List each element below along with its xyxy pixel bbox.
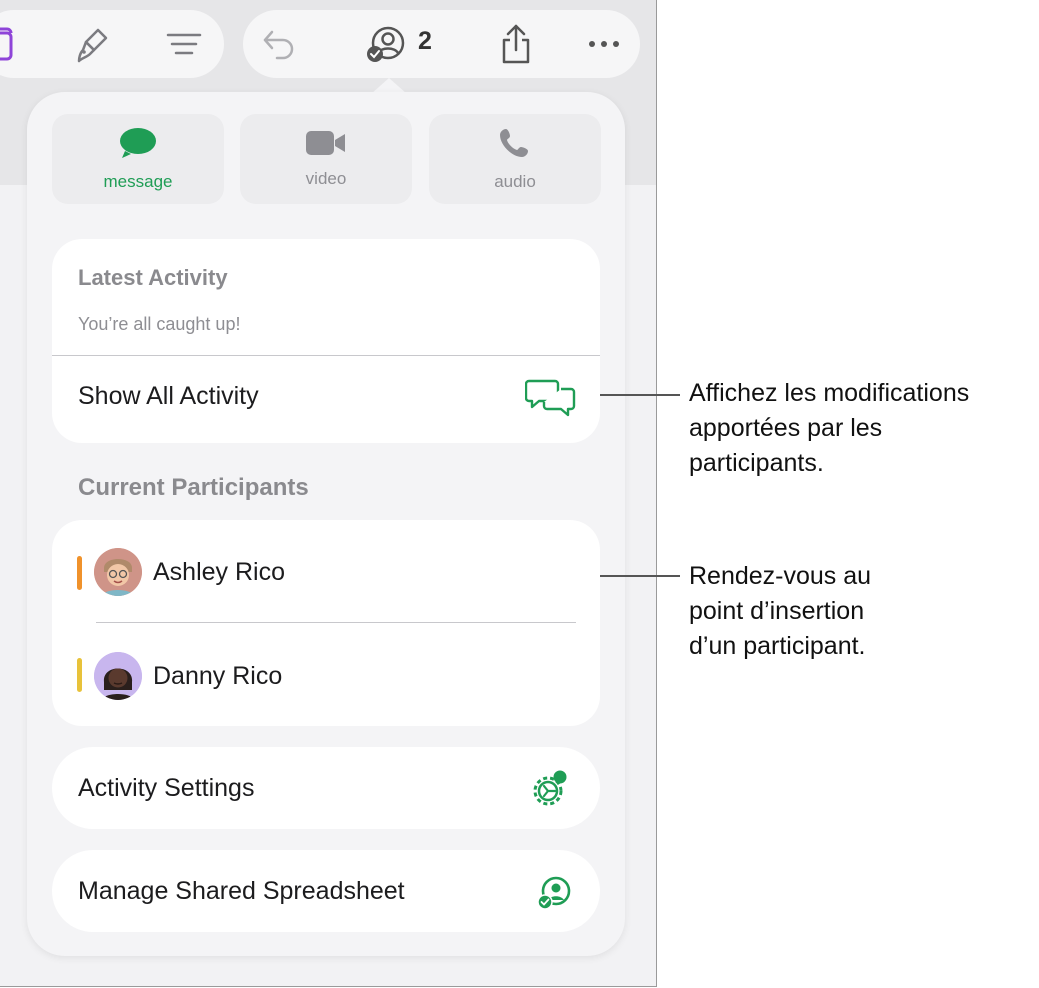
- toolbar-left-group: [0, 10, 224, 78]
- callout-line-text: apportées par les: [689, 414, 883, 442]
- callout-line-text: point d’insertion: [689, 597, 865, 625]
- manage-shared-spreadsheet-label: Manage Shared Spreadsheet: [78, 877, 405, 905]
- message-bubble-icon: [119, 127, 157, 164]
- callout-line: [600, 394, 680, 396]
- callout-line: [600, 575, 680, 577]
- callout-line-text: participants.: [689, 449, 824, 477]
- speech-bubbles-icon: [524, 376, 578, 420]
- activity-card: Latest Activity You’re all caught up! Sh…: [52, 239, 600, 443]
- callout-line-text: Rendez-vous au: [689, 562, 872, 590]
- share-icon[interactable]: [492, 20, 540, 68]
- phone-icon: [499, 127, 531, 164]
- show-all-activity-row[interactable]: Show All Activity: [52, 356, 600, 443]
- paintbrush-icon[interactable]: [68, 20, 116, 68]
- more-icon[interactable]: [580, 20, 628, 68]
- participant-row[interactable]: Ashley Rico: [52, 520, 600, 622]
- activity-settings-label: Activity Settings: [78, 774, 255, 802]
- show-all-activity-label: Show All Activity: [78, 382, 259, 410]
- participant-name: Danny Rico: [153, 662, 283, 690]
- participant-color-bar: [77, 658, 82, 692]
- manage-shared-spreadsheet-row[interactable]: Manage Shared Spreadsheet: [52, 850, 600, 932]
- callout-line-text: Affichez les modifications: [689, 379, 970, 407]
- participant-name: Ashley Rico: [153, 558, 285, 586]
- app-screen: 2 message video audio Latest Activity Yo…: [0, 0, 657, 987]
- collaboration-check-icon: [534, 873, 574, 913]
- participant-row[interactable]: Danny Rico: [52, 624, 600, 726]
- activity-settings-row[interactable]: Activity Settings: [52, 747, 600, 829]
- callout-line-text: d’un participant.: [689, 632, 866, 660]
- callout-participant: Rendez-vous au point d’insertion d’un pa…: [689, 559, 871, 664]
- participant-count[interactable]: 2: [418, 27, 432, 56]
- undo-icon[interactable]: [256, 20, 304, 68]
- collaboration-icon[interactable]: [362, 20, 410, 68]
- video-label: video: [305, 168, 347, 188]
- message-button[interactable]: message: [52, 114, 224, 204]
- activity-status: You’re all caught up!: [78, 314, 241, 334]
- audio-label: audio: [494, 171, 536, 191]
- participants-card: Ashley Rico Danny Rico: [52, 520, 600, 726]
- current-participants-title: Current Participants: [78, 474, 309, 501]
- video-button[interactable]: video: [240, 114, 412, 204]
- latest-activity-title: Latest Activity: [78, 265, 228, 290]
- format-icon[interactable]: [160, 20, 208, 68]
- audio-button[interactable]: audio: [429, 114, 601, 204]
- activity-gear-icon: [528, 768, 572, 810]
- participant-color-bar: [77, 556, 82, 590]
- avatar: [94, 652, 142, 700]
- avatar: [94, 548, 142, 596]
- callout-show-activity: Affichez les modifications apportées par…: [689, 376, 969, 481]
- divider: [96, 622, 576, 623]
- document-icon[interactable]: [0, 20, 34, 68]
- message-label: message: [103, 171, 173, 191]
- video-camera-icon: [306, 130, 346, 161]
